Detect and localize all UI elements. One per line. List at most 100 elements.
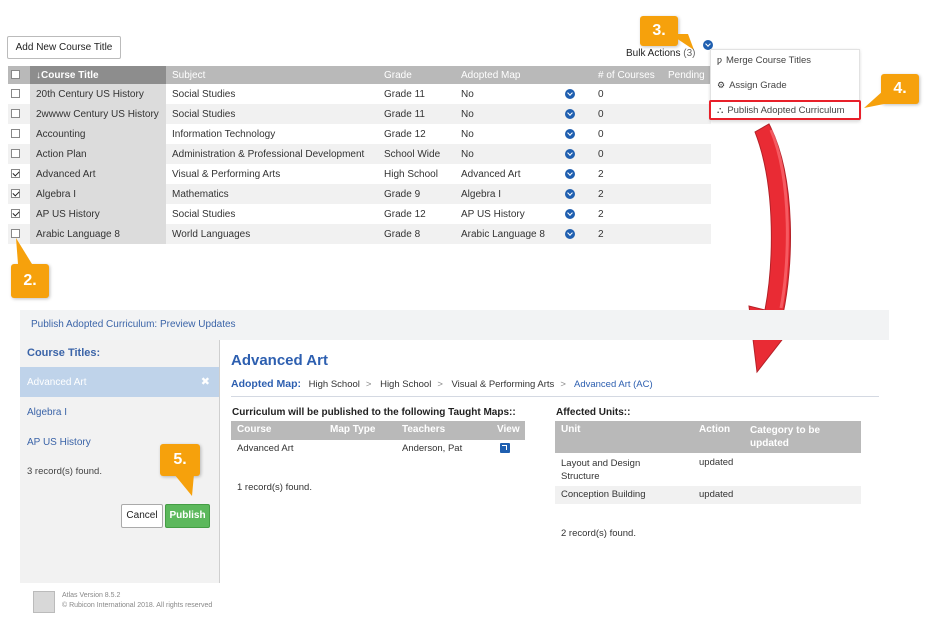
map-action-cell [559, 184, 592, 204]
table-row: Action Plan Administration & Professional… [8, 144, 711, 164]
row-checkbox[interactable] [11, 169, 20, 179]
select-all-checkbox[interactable] [11, 70, 20, 80]
chevron-down-icon[interactable] [565, 88, 575, 99]
course-title-cell[interactable]: Advanced Art [30, 164, 166, 184]
sidebar-item-algebra-i[interactable]: Algebra I [20, 397, 219, 427]
subject-cell: Social Studies [172, 208, 236, 220]
column-header-course: Course [237, 424, 272, 435]
chevron-down-icon[interactable] [565, 108, 575, 119]
row-select-cell [8, 84, 30, 104]
column-header-grade[interactable]: Grade [378, 66, 455, 84]
adopted-map-cell[interactable]: AP US History [455, 204, 559, 224]
row-select-cell [8, 184, 30, 204]
adopted-map-label: Adopted Map: [231, 378, 301, 390]
map-action-cell [559, 124, 592, 144]
course-title-cell[interactable]: Accounting [30, 124, 166, 144]
course-title-cell[interactable]: 2wwww Century US History [30, 104, 166, 124]
chevron-down-icon[interactable] [565, 168, 575, 179]
map-action-cell [559, 84, 592, 104]
row-checkbox[interactable] [11, 189, 20, 199]
column-header-adopted-map[interactable]: Adopted Map [455, 66, 559, 84]
atlas-logo-icon [33, 591, 55, 613]
grade-cell: Grade 9 [378, 184, 455, 204]
column-header-unit: Unit [561, 424, 581, 435]
chevron-down-icon[interactable] [565, 208, 575, 219]
num-courses-cell[interactable]: 2 [592, 164, 662, 184]
pending-cell [662, 144, 711, 164]
column-header-course-title[interactable]: ↓Course Title [30, 66, 166, 84]
gears-icon: ⚙ [717, 80, 726, 90]
row-checkbox[interactable] [11, 229, 20, 239]
row-checkbox[interactable] [11, 129, 20, 139]
external-view-icon[interactable] [500, 443, 510, 453]
pending-cell [662, 224, 711, 244]
footer-version: Atlas Version 8.5.2 [62, 592, 121, 599]
callout-step-5: 5. [160, 444, 200, 476]
num-courses-cell[interactable]: 0 [592, 84, 662, 104]
selected-course-title: Advanced Art [231, 352, 328, 369]
unit-name: Layout and Design Structure [561, 458, 641, 482]
callout-step-2-pointer [16, 238, 32, 264]
row-checkbox[interactable] [11, 209, 20, 219]
row-checkbox[interactable] [11, 89, 20, 99]
chevron-down-icon[interactable] [565, 188, 575, 199]
column-header-subject[interactable]: Subject [166, 66, 378, 84]
chevron-down-icon[interactable] [565, 148, 575, 159]
merge-icon: ƿ [717, 55, 723, 65]
unit-action-link[interactable]: updated [699, 457, 733, 468]
taught-maps-record-count: 1 record(s) found. [237, 482, 312, 493]
affected-units-heading: Affected Units:: [556, 407, 631, 418]
remove-icon[interactable]: ✖ [201, 375, 210, 388]
num-courses-cell[interactable]: 0 [592, 144, 662, 164]
publish-button[interactable]: Publish [165, 504, 210, 528]
unit-action-link[interactable]: updated [699, 489, 733, 500]
row-checkbox[interactable] [11, 149, 20, 159]
adopted-map-cell[interactable]: Advanced Art [455, 164, 559, 184]
chevron-down-icon[interactable] [565, 228, 575, 239]
adopted-map-cell[interactable]: Algebra I [455, 184, 559, 204]
row-select-cell [8, 144, 30, 164]
row-select-cell [8, 204, 30, 224]
taught-maps-heading: Curriculum will be published to the foll… [232, 407, 516, 418]
select-all-cell [8, 66, 30, 84]
menu-item-label: Assign Grade [729, 80, 787, 91]
row-select-cell [8, 164, 30, 184]
cancel-button[interactable]: Cancel [121, 504, 163, 528]
row-checkbox[interactable] [11, 109, 20, 119]
subject-cell: Administration & Professional Developmen… [166, 144, 378, 164]
adopted-map-cell: No [455, 104, 559, 124]
num-courses-cell[interactable]: 2 [592, 224, 662, 244]
bulk-actions-count: (3) [683, 48, 696, 59]
chevron-down-icon[interactable] [565, 128, 575, 139]
course-title-cell[interactable]: 20th Century US History [30, 84, 166, 104]
map-action-cell [559, 104, 592, 124]
crumb-adopted-map-link[interactable]: Advanced Art (AC) [574, 379, 653, 390]
subject-cell: Social Studies [172, 88, 236, 100]
bulk-actions[interactable]: Bulk Actions (3) [626, 48, 696, 59]
add-course-title-button[interactable]: Add New Course Title [7, 36, 121, 59]
sidebar-item-advanced-art[interactable]: Advanced Art ✖ [20, 367, 219, 397]
column-header-num-courses[interactable]: # of Courses [592, 66, 662, 84]
menu-item-assign-grade[interactable]: ⚙ Assign Grade [717, 80, 787, 91]
course-title-cell[interactable]: Arabic Language 8 [30, 224, 166, 244]
num-courses-cell[interactable]: 0 [592, 104, 662, 124]
adopted-map-cell[interactable]: Arabic Language 8 [455, 224, 559, 244]
course-title-cell[interactable]: Action Plan [30, 144, 166, 164]
num-courses-cell[interactable]: 2 [592, 184, 662, 204]
subject-cell: Visual & Performing Arts [172, 168, 281, 180]
sidebar-item-label: Advanced Art [27, 377, 87, 388]
num-courses-cell[interactable]: 0 [592, 124, 662, 144]
course-title-cell[interactable]: AP US History [30, 204, 166, 224]
adopted-map-cell: No [455, 144, 559, 164]
crumb-subject: Visual & Performing Arts [451, 379, 555, 390]
column-header-pending[interactable]: Pending [662, 66, 711, 84]
taught-map-course: Advanced Art [237, 443, 294, 454]
row-select-cell [8, 104, 30, 124]
units-record-count: 2 record(s) found. [561, 528, 636, 539]
num-courses-cell[interactable]: 2 [592, 204, 662, 224]
course-title-cell[interactable]: Algebra I [30, 184, 166, 204]
grade-cell: Grade 11 [384, 88, 425, 100]
table-row: Algebra I Mathematics Grade 9 Algebra I2 [8, 184, 711, 204]
divider [231, 396, 879, 397]
menu-item-merge-course-titles[interactable]: ƿ Merge Course Titles [717, 55, 811, 66]
